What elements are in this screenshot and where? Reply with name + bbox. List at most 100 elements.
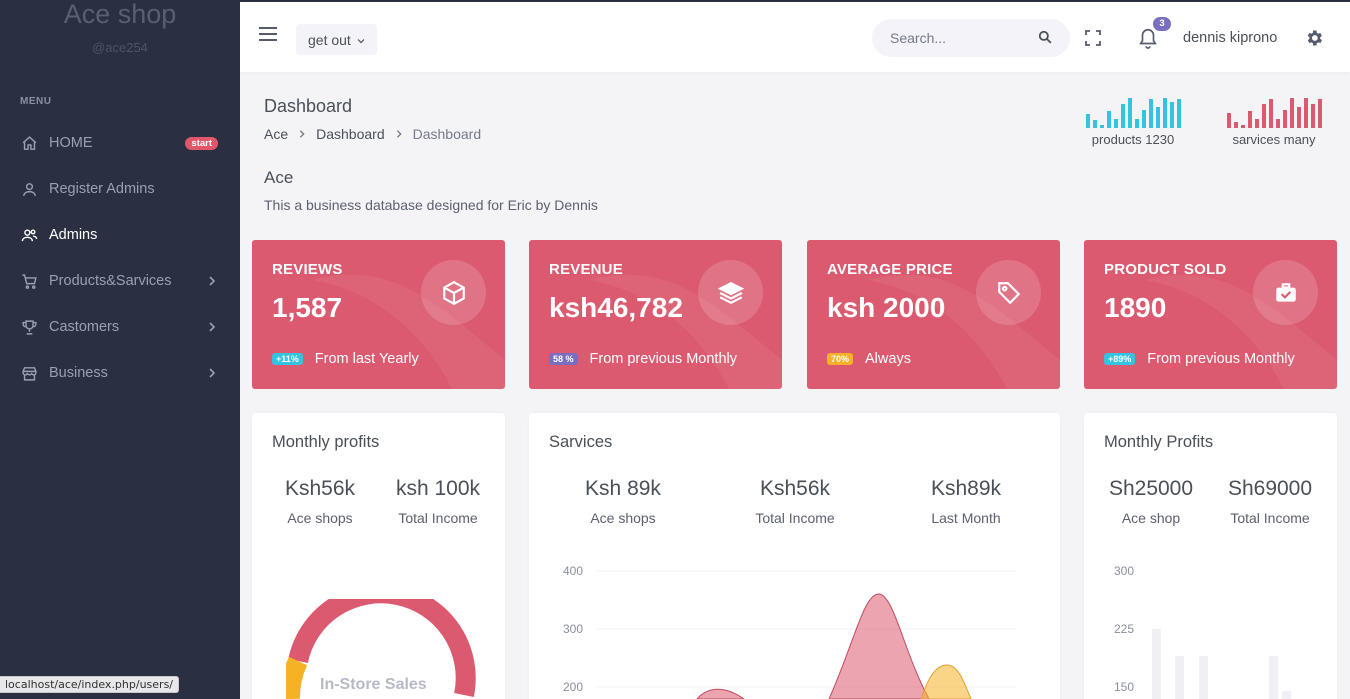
stat-ace-shops: Ksh56k Ace shops (276, 477, 364, 526)
sarvices-mini-stat: sarvices many (1220, 96, 1328, 147)
menu-toggle-icon[interactable] (258, 26, 278, 46)
area-series-2 (828, 593, 930, 699)
card-value: ksh46,782 (549, 292, 683, 323)
notification-count-badge: 3 (1153, 17, 1171, 31)
monthly-profits-2-card: Monthly Profits Sh25000 Ace shop Sh69000… (1084, 413, 1337, 699)
start-badge: start (185, 136, 218, 150)
sidebar: Ace shop @ace254 MENU HOME start Registe… (0, 0, 240, 699)
sidebar-item-label: HOME (49, 135, 93, 151)
card-value: ksh 2000 (827, 292, 946, 323)
mini-bar (1148, 99, 1153, 128)
stat-label: Ace shops (287, 510, 353, 526)
sidebar-item-label: Admins (49, 227, 98, 243)
gear-icon[interactable] (1304, 28, 1324, 52)
sidebar-item-products-sarvices[interactable]: Products&Sarvices (0, 258, 240, 304)
users-icon (20, 226, 38, 244)
sidebar-item-label: Products&Sarvices (49, 273, 172, 289)
mini-bar (1282, 110, 1287, 128)
card-footer: 70% Always (827, 351, 911, 367)
card-title: PRODUCT SOLD (1104, 261, 1227, 278)
card-value: 1890 (1104, 292, 1167, 323)
stat-label: Total Income (398, 510, 478, 526)
notifications-button[interactable]: 3 (1137, 17, 1171, 54)
chevron-right-icon (394, 129, 404, 139)
mini-bar (1254, 119, 1259, 128)
topbar: get out 3 dennis kiprono (240, 0, 1350, 72)
card-footer-text: From previous Monthly (589, 351, 737, 367)
mini-bar (1120, 104, 1125, 128)
change-badge: 58 % (549, 353, 578, 365)
mini-bar (1268, 99, 1273, 128)
mini-bar (1310, 104, 1315, 128)
area-series-3 (920, 664, 972, 699)
mini-bar (1134, 119, 1139, 128)
mini-bar (1092, 120, 1097, 128)
mini-bar (1226, 113, 1231, 128)
mini-bar (1261, 104, 1266, 128)
sarvices-area-chart (597, 570, 1017, 699)
user-menu[interactable]: dennis kiprono (1183, 30, 1277, 46)
card-value: 1,587 (272, 292, 343, 323)
layers-icon (698, 260, 763, 325)
sidebar-item-admins[interactable]: Admins (0, 212, 240, 258)
mini-bar (1289, 98, 1294, 128)
sidebar-item-label: Register Admins (49, 181, 155, 197)
mini-bar (1085, 114, 1090, 128)
mini-bar (1141, 110, 1146, 128)
mini-bar (1317, 99, 1322, 128)
sidebar-item-label: Business (49, 365, 108, 381)
search-box (872, 19, 1070, 57)
search-icon[interactable] (1038, 29, 1052, 48)
chevron-right-icon (206, 367, 218, 379)
cube-icon (421, 260, 486, 325)
card-footer-text: From previous Monthly (1147, 351, 1295, 367)
cart-icon (20, 272, 38, 290)
user-icon (20, 180, 38, 198)
chevron-right-icon (206, 275, 218, 287)
sidebar-item-register-admins[interactable]: Register Admins (0, 166, 240, 212)
mini-bar (1155, 107, 1160, 128)
stat-value: Ksh56k (284, 477, 356, 500)
area-series-1 (696, 688, 745, 699)
products-mini-chart (1080, 96, 1186, 128)
link-status-bar: localhost/ace/index.php/users/ (0, 676, 180, 693)
stat-total-income: ksh 100k Total Income (390, 477, 486, 526)
breadcrumb-link[interactable]: Ace (264, 126, 288, 142)
breadcrumb-current: Dashboard (412, 126, 482, 142)
sarvices-mini-chart (1220, 96, 1328, 128)
trophy-icon (20, 318, 38, 336)
mini-bar (1296, 107, 1301, 128)
page-title: Dashboard (264, 96, 353, 116)
bar (1269, 656, 1278, 699)
mini-bar (1127, 98, 1132, 128)
brand-handle: @ace254 (92, 40, 148, 55)
menu-title: MENU (20, 96, 52, 107)
dropdown-label: get out (308, 31, 351, 48)
sidebar-item-business[interactable]: Business (0, 350, 240, 396)
sidebar-nav: HOME start Register Admins Admins Produc… (0, 120, 240, 396)
bar (1199, 656, 1208, 699)
card-footer-text: From last Yearly (314, 351, 419, 367)
breadcrumb-link[interactable]: Dashboard (316, 126, 385, 142)
card-footer-text: Always (865, 351, 911, 367)
fullscreen-icon[interactable] (1085, 30, 1101, 50)
card-title: REVIEWS (272, 261, 343, 278)
tag-icon (976, 260, 1041, 325)
card-footer: +11% From last Yearly (272, 351, 419, 367)
sidebar-item-castomers[interactable]: Castomers (0, 304, 240, 350)
sidebar-item-home[interactable]: HOME start (0, 120, 240, 166)
bell-icon (1137, 29, 1159, 54)
search-input[interactable] (890, 30, 1038, 46)
card-title: Monthly profits (272, 433, 380, 451)
stat-value: ksh 100k (395, 477, 481, 500)
store-icon (20, 364, 38, 382)
brand[interactable]: Ace shop @ace254 (0, 0, 240, 55)
monthly-profits-bar-chart (1152, 629, 1291, 699)
mini-bar (1247, 111, 1252, 128)
change-badge: 70% (827, 353, 854, 365)
get-out-dropdown[interactable]: get out (296, 24, 377, 55)
average-price-card: AVERAGE PRICE ksh 2000 70% Always (807, 240, 1060, 389)
bar (1282, 691, 1291, 699)
mini-bar (1162, 98, 1167, 128)
chevron-down-icon (357, 32, 365, 48)
